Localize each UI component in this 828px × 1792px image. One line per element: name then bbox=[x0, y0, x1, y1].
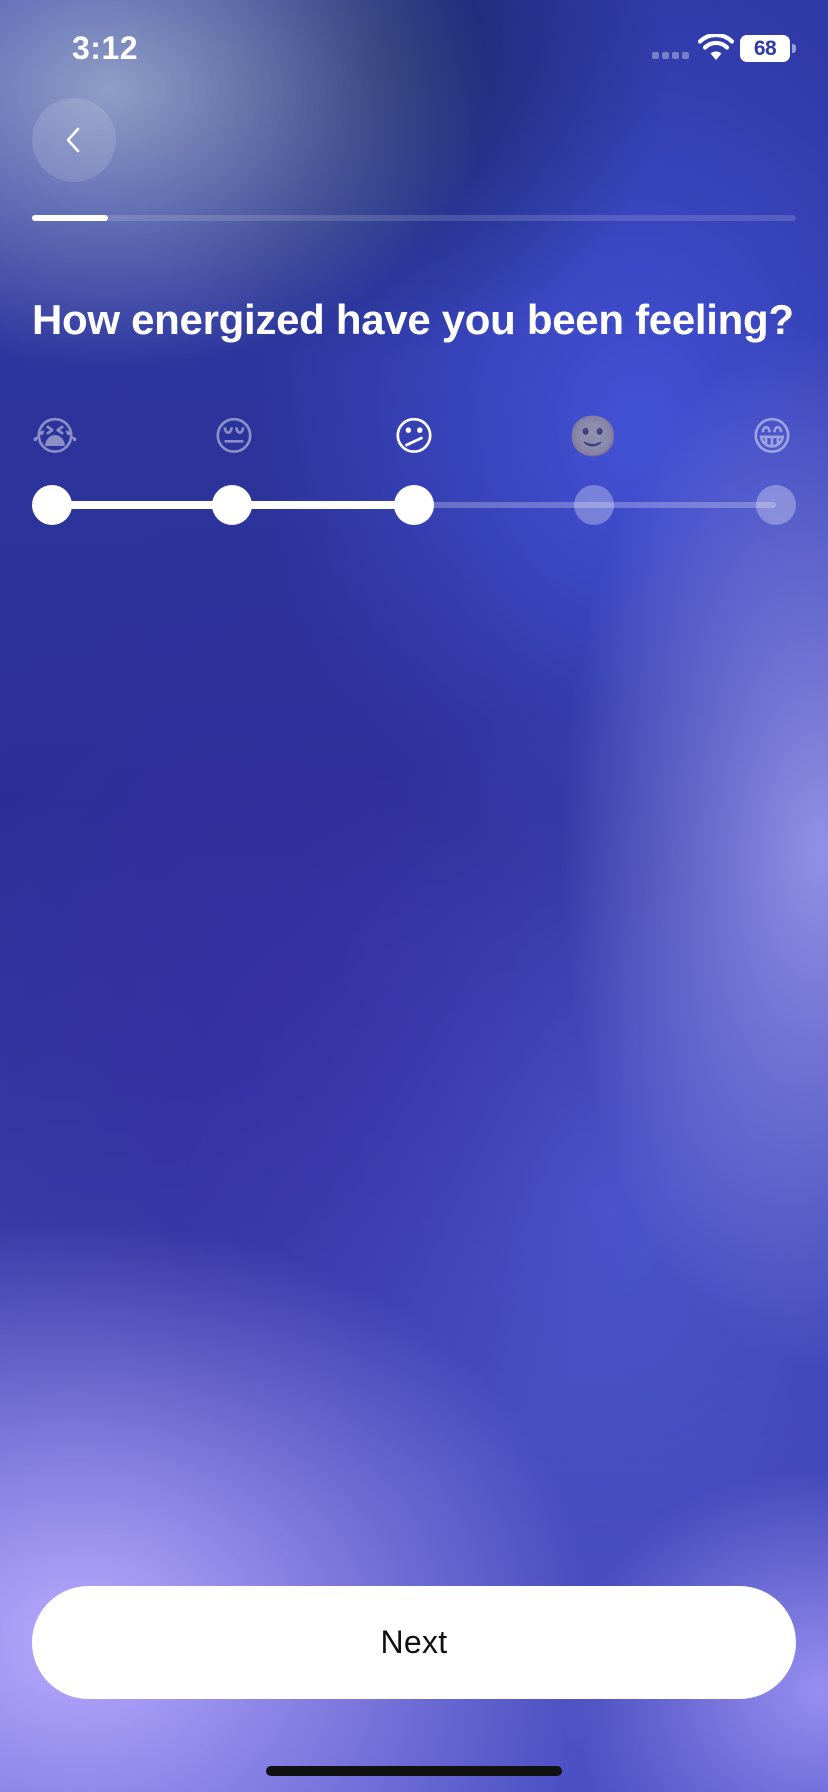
battery-icon: 68 bbox=[740, 35, 796, 62]
emoji-scale-labels: 😭 😔 😕 🙂 😁 bbox=[0, 412, 828, 468]
onboarding-progress-bar bbox=[32, 215, 796, 221]
energy-rating-slider[interactable] bbox=[0, 480, 828, 530]
cellular-signal-icon bbox=[652, 52, 689, 59]
slightly-smiling-face-icon[interactable]: 🙂 bbox=[563, 412, 623, 462]
slider-step-3[interactable] bbox=[394, 485, 434, 525]
home-indicator bbox=[266, 1766, 562, 1776]
status-time: 3:12 bbox=[72, 30, 139, 66]
slider-step-5[interactable] bbox=[756, 485, 796, 525]
next-button[interactable]: Next bbox=[32, 1586, 796, 1699]
pensive-face-icon[interactable]: 😔 bbox=[204, 412, 264, 462]
slider-step-4[interactable] bbox=[574, 485, 614, 525]
status-bar: 3:12 68 bbox=[0, 0, 828, 100]
confused-face-icon[interactable]: 😕 bbox=[384, 412, 444, 462]
gradient-background bbox=[0, 0, 828, 1792]
question-title: How energized have you been feeling? bbox=[32, 296, 794, 343]
grinning-face-icon[interactable]: 😁 bbox=[742, 412, 802, 462]
slider-step-1[interactable] bbox=[32, 485, 72, 525]
battery-level: 68 bbox=[753, 36, 777, 60]
slider-step-2[interactable] bbox=[212, 485, 252, 525]
wifi-icon bbox=[698, 34, 734, 60]
loudly-crying-face-icon[interactable]: 😭 bbox=[25, 412, 85, 462]
chevron-left-icon bbox=[66, 127, 80, 153]
progress-fill bbox=[32, 215, 108, 221]
back-button[interactable] bbox=[32, 98, 116, 182]
